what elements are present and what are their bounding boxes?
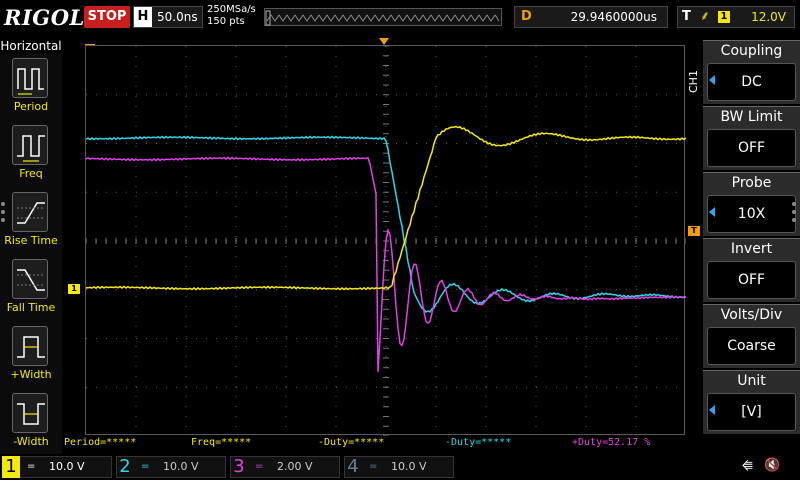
period-icon xyxy=(17,68,44,95)
channel-1-offset-marker[interactable]: 1 xyxy=(68,284,80,294)
softkey-value: OFF xyxy=(707,129,796,167)
waveform-display[interactable] xyxy=(85,45,686,436)
channel-status-bar: 1 = 10.0 V 2 = 10.0 V 3 = 2.00 V 4 = 10.… xyxy=(0,454,800,480)
channel-number: 4 xyxy=(347,456,359,477)
channel-1-trace xyxy=(86,125,686,291)
measure-positive-width-button[interactable]: +Width xyxy=(0,326,62,388)
measurement-result: -Duty=***** xyxy=(445,437,512,448)
memory-depth: 150 pts xyxy=(207,16,245,27)
softkey-value: OFF xyxy=(707,261,796,299)
measure-rise-time-label: Rise Time xyxy=(4,234,58,247)
dc-coupling-icon: = xyxy=(27,461,36,472)
measure-period-label: Period xyxy=(13,100,49,113)
measure-negative-width-button[interactable]: -Width xyxy=(0,393,62,455)
softkey-value: [V] xyxy=(707,393,796,431)
measurement-panel: Horizontal Period Freq Rise Time Fall Ti… xyxy=(0,38,62,454)
measure-frequency-button[interactable]: Freq xyxy=(0,125,62,187)
menu-page-indicator xyxy=(792,202,798,226)
channel-scale: 10.0 V xyxy=(163,460,199,473)
memory-overview-bar[interactable] xyxy=(264,8,502,26)
waveform-traces xyxy=(86,125,686,372)
softkey-value: Coarse xyxy=(707,327,796,365)
dc-coupling-icon: = xyxy=(141,461,150,472)
measure-rise-time-button[interactable]: Rise Time xyxy=(0,192,62,254)
select-arrow-icon xyxy=(709,405,715,415)
timebase-label: H xyxy=(134,7,152,27)
channel-number: 2 xyxy=(119,456,131,477)
panel-page-indicator xyxy=(1,202,7,226)
select-arrow-icon xyxy=(709,207,715,217)
channel-3-trace xyxy=(86,156,686,372)
sample-rate: 250MSa/s xyxy=(207,4,256,15)
channel-menu-tab[interactable]: CH1 xyxy=(686,62,702,102)
softkey-title: BW Limit xyxy=(720,109,783,125)
speaker-muted-icon[interactable]: 🔇 xyxy=(764,458,780,473)
measurement-result: Freq=***** xyxy=(191,437,252,448)
channel-2-trace xyxy=(86,135,686,314)
softkey-title: Invert xyxy=(730,241,773,257)
channel-number: 1 xyxy=(2,456,20,478)
channel-scale: 10.0 V xyxy=(391,460,427,473)
trigger-readout[interactable]: T ⸙ 1 12.0V xyxy=(677,6,795,28)
trigger-level-marker[interactable]: T xyxy=(688,226,700,236)
channel-number: 3 xyxy=(233,456,245,477)
dc-coupling-icon: = xyxy=(255,461,264,472)
channel-1-status[interactable]: 1 = 10.0 V xyxy=(2,456,112,478)
channel-scale: 10.0 V xyxy=(49,460,85,473)
acquisition-info: 250MSa/s 150 pts xyxy=(207,4,256,28)
softkey-title: Probe xyxy=(731,175,772,191)
positive-width-icon xyxy=(17,336,45,358)
measure-fall-time-label: Fall Time xyxy=(6,301,56,314)
channel-4-status[interactable]: 4 = 10.0 V xyxy=(344,456,454,478)
measure-frequency-label: Freq xyxy=(19,167,43,180)
measure-positive-width-label: +Width xyxy=(10,368,52,381)
measurement-result: Period=***** xyxy=(64,437,137,448)
channel-scale: 2.00 V xyxy=(277,460,313,473)
timebase-readout[interactable]: H 50.0ns xyxy=(133,6,203,28)
softkey-title: Coupling xyxy=(720,43,783,59)
measure-negative-width-label: -Width xyxy=(13,435,49,448)
softkey-title: Volts/Div xyxy=(720,307,783,323)
measurement-result: -Duty=***** xyxy=(318,437,385,448)
select-arrow-icon xyxy=(709,75,715,85)
top-status-bar: RIGOL STOP H 50.0ns 250MSa/s 150 pts D 2… xyxy=(0,0,800,38)
measurement-panel-title: Horizontal xyxy=(0,38,62,54)
softkey-value: DC xyxy=(707,63,796,101)
rise-time-icon xyxy=(17,202,45,224)
delay-label: D xyxy=(521,9,532,24)
delay-value: 29.9460000us xyxy=(570,10,657,24)
softkey-title: Unit xyxy=(737,373,766,389)
fall-time-icon xyxy=(17,269,45,291)
horizontal-position-marker[interactable] xyxy=(379,38,389,45)
channel-3-status[interactable]: 3 = 2.00 V xyxy=(230,456,340,478)
rising-edge-icon: ⸙ xyxy=(700,9,710,24)
memory-waveform-overview xyxy=(265,10,500,26)
coupling-softkey[interactable]: Coupling DC xyxy=(703,40,800,104)
channel-softkey-menu: Coupling DC BW Limit OFF Probe 10X Inver… xyxy=(703,38,800,438)
probe-softkey[interactable]: Probe 10X xyxy=(703,172,800,236)
softkey-value: 10X xyxy=(707,195,796,233)
channel-2-status[interactable]: 2 = 10.0 V xyxy=(116,456,226,478)
run-stop-status[interactable]: STOP xyxy=(84,6,130,28)
dc-coupling-icon: = xyxy=(369,461,378,472)
volts-div-softkey[interactable]: Volts/Div Coarse xyxy=(703,304,800,368)
frequency-icon xyxy=(17,135,45,162)
trigger-source: 1 xyxy=(718,11,730,23)
bw-limit-softkey[interactable]: BW Limit OFF xyxy=(703,106,800,170)
measure-fall-time-button[interactable]: Fall Time xyxy=(0,259,62,321)
brand-logo: RIGOL xyxy=(4,5,85,30)
trigger-label: T xyxy=(682,9,691,24)
measurement-result: +Duty=52.17 % xyxy=(572,437,651,448)
negative-width-icon xyxy=(17,403,45,425)
unit-softkey[interactable]: Unit [V] xyxy=(703,370,800,434)
timebase-value: 50.0ns xyxy=(157,10,198,24)
trigger-level: 12.0V xyxy=(751,10,786,24)
measure-period-button[interactable]: Period xyxy=(0,58,62,120)
measurement-results: Period=***** Freq=***** -Duty=***** -Dut… xyxy=(62,437,702,451)
delay-readout[interactable]: D 29.9460000us xyxy=(514,6,668,28)
usb-icon: ⭅ xyxy=(742,459,753,473)
invert-softkey[interactable]: Invert OFF xyxy=(703,238,800,302)
